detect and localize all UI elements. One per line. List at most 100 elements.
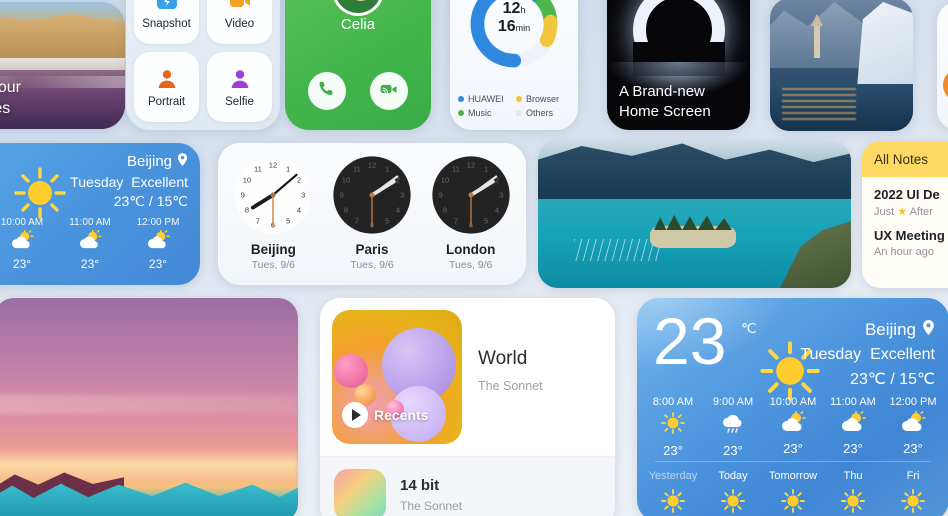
camera-tile-label: Video xyxy=(224,17,255,30)
avatar xyxy=(332,0,384,16)
svg-text:7: 7 xyxy=(256,217,260,226)
svg-text:3: 3 xyxy=(400,191,404,200)
sun-icon xyxy=(643,488,703,516)
tips-caption-line2: Home Screen xyxy=(619,103,711,120)
camera-tile-label: Portrait xyxy=(147,95,186,108)
contact-video-call-button[interactable] xyxy=(370,72,408,110)
weather-large-range: 23℃ / 15℃ xyxy=(850,371,935,388)
divider xyxy=(655,461,931,462)
sun-icon xyxy=(823,488,883,516)
hourly-temp: 23° xyxy=(663,443,683,458)
notes-header: All Notes xyxy=(862,141,948,177)
world-clock-widget[interactable]: 1212 345 678 91011 Beijing Tues, 9/6 xyxy=(218,143,526,285)
album-art-now-playing[interactable]: Recents xyxy=(332,310,462,444)
camera-tile-portrait[interactable]: Portrait xyxy=(134,52,199,122)
photo-widget-sunset-icebergs[interactable] xyxy=(0,298,298,516)
tips-widget[interactable]: Tips A Brand-new Home Screen xyxy=(607,0,750,130)
contact-widget[interactable]: Celia xyxy=(285,0,431,130)
svg-text:11: 11 xyxy=(353,164,361,173)
daily-day: Today xyxy=(718,470,748,482)
screen-time-legend: HUAWEI Browser Music Others xyxy=(458,94,572,118)
photo-widget-lake-island[interactable] xyxy=(538,141,851,288)
svg-text:1: 1 xyxy=(484,164,488,173)
sun-icon xyxy=(883,488,943,516)
hourly-temp: 23° xyxy=(903,441,923,456)
legend-label: HUAWEI xyxy=(468,94,504,104)
analog-clock-face-light: 1212 345 678 91011 xyxy=(234,156,312,234)
clock-item-london[interactable]: 1212 345 678 91011 London Tues, 9/6 xyxy=(421,153,520,277)
daily-item: Yesterday xyxy=(643,470,703,516)
legend-color-swatch xyxy=(516,96,522,102)
hourly-temp: 23° xyxy=(783,441,803,456)
camera-tile-video[interactable]: Video xyxy=(207,0,272,44)
photo-widget-winter-village[interactable] xyxy=(770,0,913,131)
screen-time-center-label: 12h 16min xyxy=(450,0,578,36)
camera-tile-selfie[interactable]: Selfie xyxy=(207,52,272,122)
track-artist: The Sonnet xyxy=(478,379,543,393)
weather-large-day: Tuesday xyxy=(800,346,862,363)
svg-text:3: 3 xyxy=(301,191,305,200)
recents-label: Recents xyxy=(374,407,429,423)
album-art-next-track xyxy=(334,469,386,516)
svg-text:5: 5 xyxy=(286,217,290,226)
legend-color-swatch xyxy=(458,96,464,102)
note-item[interactable]: 2022 UI De Just ★ After xyxy=(862,177,948,218)
svg-text:4: 4 xyxy=(495,206,499,215)
offscreen-widget-right-edge[interactable] xyxy=(937,2,948,130)
svg-text:9: 9 xyxy=(241,191,245,200)
svg-text:9: 9 xyxy=(340,191,344,200)
track-artist: The Sonnet xyxy=(400,499,463,513)
hourly-item: 10:00 AM 23° xyxy=(0,217,56,271)
person-selfie-icon xyxy=(228,67,252,91)
music-list-item[interactable]: 14 bit The Sonnet xyxy=(320,457,615,516)
sunset-glow-graphic xyxy=(0,448,298,482)
music-player-widget[interactable]: Recents World The Sonnet 14 bit The Sonn… xyxy=(320,298,615,516)
daily-day: Yesterday xyxy=(648,470,698,482)
dune-graphic xyxy=(0,14,125,60)
notes-widget[interactable]: All Notes 2022 UI De Just ★ After UX Mee… xyxy=(862,141,948,288)
play-icon[interactable] xyxy=(342,402,368,428)
light-reflection-graphic xyxy=(782,88,856,122)
svg-text:3: 3 xyxy=(499,191,503,200)
svg-text:12: 12 xyxy=(466,160,474,169)
camera-quick-actions-widget: Snapshot Video Portrait Selfie xyxy=(126,0,280,130)
location-pin-icon xyxy=(922,320,935,340)
rain-icon xyxy=(703,411,763,440)
hourly-time: 12:00 PM xyxy=(889,396,937,408)
hourly-temp: 23° xyxy=(80,257,100,271)
legend-label: Browser xyxy=(526,94,560,104)
hourly-temp: 23° xyxy=(843,441,863,456)
clock-item-beijing[interactable]: 1212 345 678 91011 Beijing Tues, 9/6 xyxy=(224,153,323,277)
video-call-icon xyxy=(379,79,399,104)
legend-label: Music xyxy=(468,108,492,118)
svg-text:11: 11 xyxy=(254,164,262,173)
memories-photo-widget[interactable]: Tips Relive Your Memories xyxy=(0,2,125,129)
hourly-item: 10:00 AM 23° xyxy=(763,396,823,458)
weather-widget-large[interactable]: 23 ℃ Beijing Tuesday Excellent 23℃ / 15℃… xyxy=(637,298,948,516)
analog-clock-face-dark: 1212 345 678 91011 xyxy=(333,156,411,234)
hourly-item: 11:00 AM 23° xyxy=(823,396,883,458)
note-item[interactable]: UX Meeting An hour ago xyxy=(862,218,948,258)
legend-label: Others xyxy=(526,108,554,118)
camera-flash-icon xyxy=(155,0,179,13)
partly-cloudy-icon xyxy=(823,410,883,438)
contact-call-button[interactable] xyxy=(308,72,346,110)
clock-date: Tues, 9/6 xyxy=(350,259,394,271)
weather-large-hourly-row: 8:00 AM 23° 9:00 AM 23° 10:00 AM 23° 11:… xyxy=(643,396,943,458)
daily-day: Tomorrow xyxy=(768,470,818,482)
camera-tile-snapshot[interactable]: Snapshot xyxy=(134,0,199,44)
memories-caption-line1: Relive Your xyxy=(0,79,21,96)
svg-text:10: 10 xyxy=(243,175,251,184)
legend-entry: HUAWEI xyxy=(458,94,514,104)
hourly-temp: 23° xyxy=(723,443,743,458)
weather-large-temperature: 23 xyxy=(653,304,727,378)
hourly-time: 8:00 AM xyxy=(652,396,694,408)
snowy-building-graphic xyxy=(857,2,913,88)
recents-badge[interactable]: Recents xyxy=(342,402,428,428)
weather-widget-small[interactable]: Beijing Tuesday Excellent 23℃ / 15℃ 9:00… xyxy=(0,143,200,285)
screen-time-widget[interactable]: 12h 16min HUAWEI Browser Music Others xyxy=(450,0,578,130)
church-spire-graphic xyxy=(811,14,823,58)
camera-tile-label: Snapshot xyxy=(142,17,191,30)
clock-item-paris[interactable]: 1212 345 678 91011 Paris Tues, 9/6 xyxy=(323,153,422,277)
weather-large-city: Beijing xyxy=(864,320,916,339)
